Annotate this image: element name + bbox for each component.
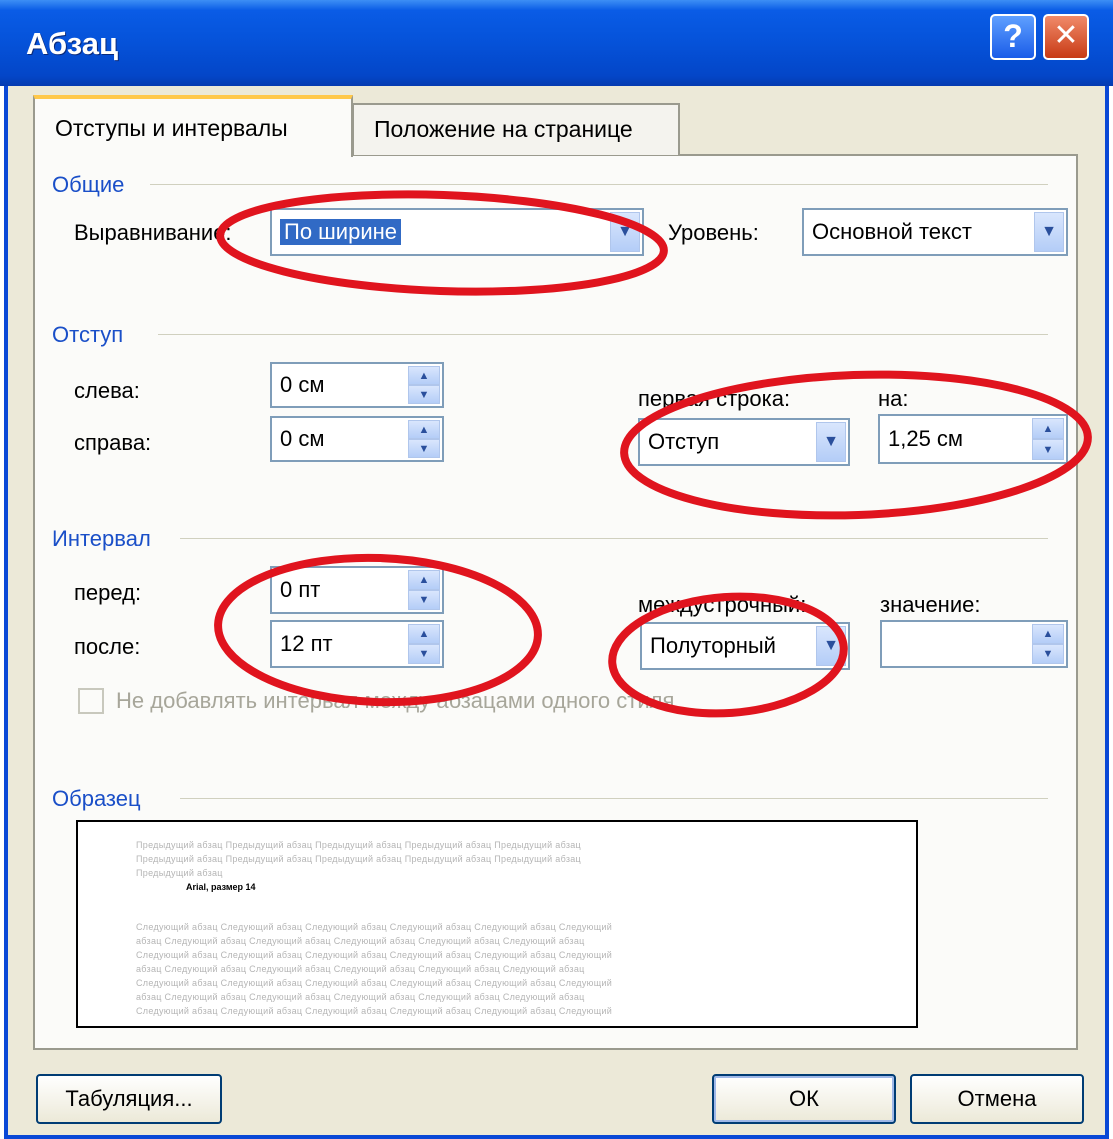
preview-current-line: Arial, размер 14 (186, 882, 256, 892)
spin-down-icon[interactable]: ▼ (408, 644, 440, 664)
level-select[interactable]: Основной текст ▼ (802, 208, 1068, 256)
tabs-button[interactable]: Табуляция... (36, 1074, 222, 1124)
preview-next-line: Следующий абзац Следующий абзац Следующи… (136, 922, 613, 932)
line-spacing-label: междустрочный: (638, 592, 807, 617)
indent-left-label: слева: (74, 378, 140, 403)
group-title-spacing: Интервал (52, 526, 151, 551)
spin-down-icon[interactable]: ▼ (1032, 644, 1064, 664)
indent-by-spinner[interactable]: 1,25 см ▲ ▼ (878, 414, 1068, 464)
preview-box: Предыдущий абзац Предыдущий абзац Предыд… (76, 820, 918, 1028)
tab-indents-spacing[interactable]: Отступы и интервалы (33, 95, 353, 157)
group-title-indent: Отступ (52, 322, 124, 347)
spacing-after-spinner[interactable]: 12 пт ▲ ▼ (270, 620, 444, 668)
line-spacing-value: Полуторный (650, 633, 776, 658)
indent-by-value: 1,25 см (888, 426, 964, 451)
spin-down-icon[interactable]: ▼ (1032, 439, 1064, 460)
chevron-down-icon[interactable]: ▼ (816, 422, 846, 462)
ok-button[interactable]: ОК (712, 1074, 896, 1124)
level-value: Основной текст (812, 219, 972, 244)
spin-down-icon[interactable]: ▼ (408, 385, 440, 404)
line-spacing-select[interactable]: Полуторный ▼ (640, 622, 850, 670)
spacing-after-label: после: (74, 634, 141, 659)
preview-next-line: Следующий абзац Следующий абзац Следующи… (136, 1006, 613, 1016)
indent-right-spinner[interactable]: 0 см ▲ ▼ (270, 416, 444, 462)
by-label: на: (878, 386, 909, 411)
spin-up-icon[interactable]: ▲ (1032, 418, 1064, 439)
chevron-down-icon[interactable]: ▼ (1034, 212, 1064, 252)
divider (150, 184, 1048, 185)
spacing-before-value: 0 пт (280, 577, 321, 602)
title-bar[interactable]: Абзац ? ✕ (0, 0, 1113, 86)
preview-prev-line: Предыдущий абзац Предыдущий абзац Предыд… (136, 854, 582, 864)
first-line-value: Отступ (648, 429, 720, 454)
divider (180, 798, 1048, 799)
group-title-general: Общие (52, 172, 125, 197)
spacing-before-label: перед: (74, 580, 142, 605)
close-button[interactable]: ✕ (1043, 14, 1089, 60)
spin-up-icon[interactable]: ▲ (408, 420, 440, 439)
spacing-value-spinner[interactable]: ▲ ▼ (880, 620, 1068, 668)
preview-next-line: Следующий абзац Следующий абзац Следующи… (136, 978, 613, 988)
indent-left-spinner[interactable]: 0 см ▲ ▼ (270, 362, 444, 408)
first-line-select[interactable]: Отступ ▼ (638, 418, 850, 466)
dialog-title: Абзац (26, 26, 119, 61)
spacing-value-label: значение: (880, 592, 981, 617)
indent-left-value: 0 см (280, 372, 325, 397)
preview-prev-line: Предыдущий абзац Предыдущий абзац Предыд… (136, 840, 582, 850)
alignment-value: По ширине (280, 219, 402, 245)
chevron-down-icon[interactable]: ▼ (610, 212, 640, 252)
spin-up-icon[interactable]: ▲ (408, 624, 440, 644)
spin-up-icon[interactable]: ▲ (1032, 624, 1064, 644)
preview-prev-line: Предыдущий абзац (136, 868, 223, 878)
spin-down-icon[interactable]: ▼ (408, 590, 440, 610)
chevron-down-icon[interactable]: ▼ (816, 626, 846, 666)
level-label: Уровень: (668, 220, 759, 245)
preview-next-line: Следующий абзац Следующий абзац Следующи… (136, 950, 613, 960)
cancel-button[interactable]: Отмена (910, 1074, 1084, 1124)
alignment-label: Выравнивание: (74, 220, 232, 245)
preview-next-line: абзац Следующий абзац Следующий абзац Сл… (136, 964, 585, 974)
spin-up-icon[interactable]: ▲ (408, 570, 440, 590)
tab-page-position[interactable]: Положение на странице (352, 103, 680, 155)
first-line-label: первая строка: (638, 386, 791, 411)
spacing-before-spinner[interactable]: 0 пт ▲ ▼ (270, 566, 444, 614)
preview-next-line: абзац Следующий абзац Следующий абзац Сл… (136, 936, 585, 946)
indent-right-label: справа: (74, 430, 152, 455)
preview-next-line: абзац Следующий абзац Следующий абзац Сл… (136, 992, 585, 1002)
spacing-after-value: 12 пт (280, 631, 333, 656)
help-button[interactable]: ? (990, 14, 1036, 60)
divider (180, 538, 1048, 539)
spin-down-icon[interactable]: ▼ (408, 439, 440, 458)
divider (158, 334, 1048, 335)
no-space-checkbox[interactable] (78, 688, 104, 714)
no-space-label: Не добавлять интервал между абзацами одн… (116, 688, 675, 713)
indent-right-value: 0 см (280, 426, 325, 451)
group-title-preview: Образец (52, 786, 141, 811)
spin-up-icon[interactable]: ▲ (408, 366, 440, 385)
alignment-select[interactable]: По ширине ▼ (270, 208, 644, 256)
